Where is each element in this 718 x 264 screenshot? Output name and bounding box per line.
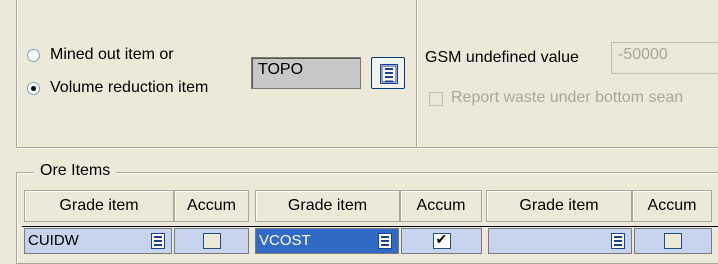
- accum-cell-1[interactable]: [174, 228, 249, 254]
- accum-cell-3[interactable]: [634, 228, 712, 254]
- list-icon: [380, 64, 398, 84]
- list-icon[interactable]: [151, 233, 165, 249]
- volume-reduction-label: Volume reduction item: [50, 79, 209, 96]
- accum-checkbox-2[interactable]: [432, 231, 451, 249]
- column-header-grade-item-3[interactable]: Grade item: [486, 190, 632, 222]
- accum-checkbox-3[interactable]: [664, 233, 682, 249]
- grade-item-value-1: CUIDW: [28, 232, 79, 249]
- column-header-accum-2[interactable]: Accum: [400, 190, 482, 222]
- mined-out-radio[interactable]: [27, 49, 40, 62]
- grade-item-cell-3[interactable]: [488, 228, 632, 254]
- gsm-undefined-label: GSM undefined value: [425, 49, 579, 66]
- list-icon[interactable]: [378, 233, 392, 249]
- column-header-accum-1[interactable]: Accum: [174, 190, 249, 222]
- report-waste-checkbox[interactable]: [429, 92, 443, 106]
- column-header-grade-item-2[interactable]: Grade item: [255, 190, 400, 222]
- report-waste-label: Report waste under bottom sean: [451, 89, 684, 106]
- grade-item-cell-1[interactable]: CUIDW: [24, 228, 172, 254]
- mined-out-label: Mined out item or: [50, 46, 174, 63]
- column-header-accum-3[interactable]: Accum: [632, 190, 712, 222]
- list-icon[interactable]: [611, 233, 625, 249]
- panel-divider-highlight: [417, 0, 418, 148]
- volume-reduction-radio[interactable]: [27, 82, 40, 95]
- panel-bottom-highlight: [16, 148, 718, 149]
- gsm-undefined-field[interactable]: -50000: [611, 42, 718, 74]
- table-row-divider: [22, 226, 718, 227]
- accum-cell-2[interactable]: [401, 228, 482, 254]
- reduction-item-field[interactable]: TOPO: [251, 57, 361, 89]
- ore-items-title: Ore Items: [34, 162, 117, 180]
- item-list-button[interactable]: [371, 57, 405, 89]
- grade-item-cell-2[interactable]: VCOST: [255, 228, 399, 254]
- grade-item-value-2: VCOST: [259, 232, 311, 249]
- column-header-grade-item-1[interactable]: Grade item: [24, 190, 174, 222]
- panel-border-highlight: [17, 0, 18, 148]
- accum-checkbox-1[interactable]: [202, 233, 221, 249]
